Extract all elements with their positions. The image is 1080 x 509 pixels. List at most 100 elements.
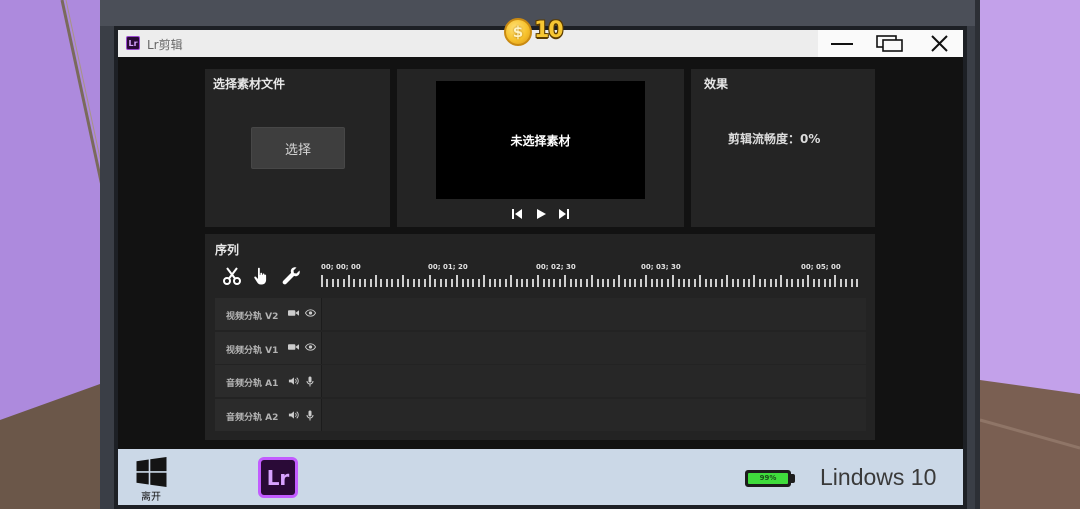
microphone-icon[interactable] [306, 376, 314, 387]
ruler-tick [407, 279, 410, 287]
preview-panel: 未选择素材 [397, 69, 684, 227]
timeline-ruler[interactable]: 00; 00; 00 00; 01; 20 00; 02; 30 00; 03;… [321, 261, 858, 288]
video-camera-icon[interactable] [288, 343, 299, 351]
ruler-tick [439, 279, 442, 287]
select-file-button[interactable]: 选择 [251, 127, 345, 169]
ruler-tick [510, 275, 513, 287]
ruler-tick [574, 279, 577, 287]
ruler-tick [801, 279, 804, 287]
timecode-label: 00; 02; 30 [536, 263, 576, 271]
ruler-tick [618, 275, 621, 287]
scissors-icon[interactable] [222, 266, 242, 286]
ruler-tick [553, 279, 556, 287]
track-lane[interactable] [323, 365, 866, 397]
ruler-tick [737, 279, 740, 287]
track-header: 音频分轨 A1 [215, 365, 322, 397]
ruler-tick [504, 279, 507, 287]
ruler-tick [537, 275, 540, 287]
ruler-tick [547, 279, 550, 287]
start-button[interactable]: 离开 [132, 457, 170, 503]
ruler-tick [715, 279, 718, 287]
maximize-icon [875, 35, 903, 52]
eye-icon[interactable] [305, 309, 316, 317]
ruler-tick [731, 279, 734, 287]
start-label: 离开 [141, 492, 161, 503]
ruler-tick [677, 279, 680, 287]
speaker-icon[interactable] [288, 376, 299, 386]
ruler-tick [661, 279, 664, 287]
ruler-tick [542, 279, 545, 287]
track-row-a2[interactable]: 音频分轨 A2 [215, 399, 866, 431]
maximize-button[interactable] [868, 30, 910, 57]
track-lane[interactable] [323, 332, 866, 364]
ruler-tick [818, 279, 821, 287]
skip-forward-icon[interactable] [558, 208, 570, 220]
ruler-tick [726, 275, 729, 287]
ruler-tick [769, 279, 772, 287]
microphone-icon[interactable] [306, 410, 314, 421]
ruler-ticks [321, 273, 858, 287]
ruler-tick [710, 279, 713, 287]
ruler-tick [412, 279, 415, 287]
ruler-tick [607, 279, 610, 287]
ruler-tick [807, 275, 810, 287]
track-lane[interactable] [323, 298, 866, 330]
ruler-tick [753, 275, 756, 287]
track-label: 音频分轨 A2 [226, 413, 279, 423]
timecode-label: 00; 00; 00 [321, 263, 361, 271]
lr-taskbar-icon[interactable]: Lr [258, 457, 298, 498]
ruler-tick [688, 279, 691, 287]
ruler-tick [839, 279, 842, 287]
eye-icon[interactable] [305, 343, 316, 351]
preview-monitor: 未选择素材 [436, 81, 645, 199]
ruler-tick [321, 275, 323, 287]
ruler-tick [337, 279, 340, 287]
close-button[interactable] [918, 30, 960, 57]
track-row-a1[interactable]: 音频分轨 A1 [215, 365, 866, 397]
source-panel: 选择素材文件 选择 [205, 69, 390, 227]
ruler-tick [634, 279, 637, 287]
skip-back-icon[interactable] [511, 208, 523, 220]
ruler-tick [531, 279, 534, 287]
track-row-v2[interactable]: 视频分轨 V2 [215, 298, 866, 330]
ruler-tick [747, 279, 750, 287]
ruler-tick [358, 279, 361, 287]
os-name: Lindows 10 [820, 464, 937, 490]
minimize-button[interactable] [821, 30, 863, 57]
ruler-tick [369, 279, 372, 287]
track-label: 视频分轨 V1 [226, 346, 279, 356]
ruler-tick [558, 279, 561, 287]
ruler-tick [774, 279, 777, 287]
app-window: Lr Lr剪辑 选择素材文件 选择 未选择素材 效果 剪辑流畅度：0% 序列 0… [118, 30, 963, 505]
hand-pointer-icon[interactable] [251, 266, 271, 286]
track-row-v1[interactable]: 视频分轨 V1 [215, 332, 866, 364]
ruler-tick [856, 279, 858, 287]
ruler-tick [569, 279, 572, 287]
coin-count: 10 [534, 18, 564, 43]
speaker-icon[interactable] [288, 410, 299, 420]
ruler-tick [850, 279, 853, 287]
ruler-tick [331, 279, 334, 287]
ruler-tick [466, 279, 469, 287]
ruler-tick [450, 279, 453, 287]
play-icon[interactable] [535, 208, 547, 220]
ruler-tick [483, 275, 486, 287]
laptop-side-edge [975, 0, 980, 509]
ruler-tick [348, 275, 351, 287]
ruler-tick [445, 279, 448, 287]
wrench-icon[interactable] [281, 266, 301, 286]
track-header: 音频分轨 A2 [215, 399, 322, 431]
track-lane[interactable] [323, 399, 866, 431]
ruler-tick [596, 279, 599, 287]
preview-placeholder: 未选择素材 [510, 133, 571, 148]
video-camera-icon[interactable] [288, 309, 299, 317]
sequence-panel-title: 序列 [215, 243, 240, 257]
ruler-tick [493, 279, 496, 287]
ruler-tick [699, 275, 702, 287]
effects-panel-title: 效果 [704, 77, 729, 91]
ruler-tick [693, 279, 696, 287]
ruler-tick [834, 275, 837, 287]
ruler-tick [396, 279, 399, 287]
ruler-tick [418, 279, 421, 287]
ruler-tick [515, 279, 518, 287]
